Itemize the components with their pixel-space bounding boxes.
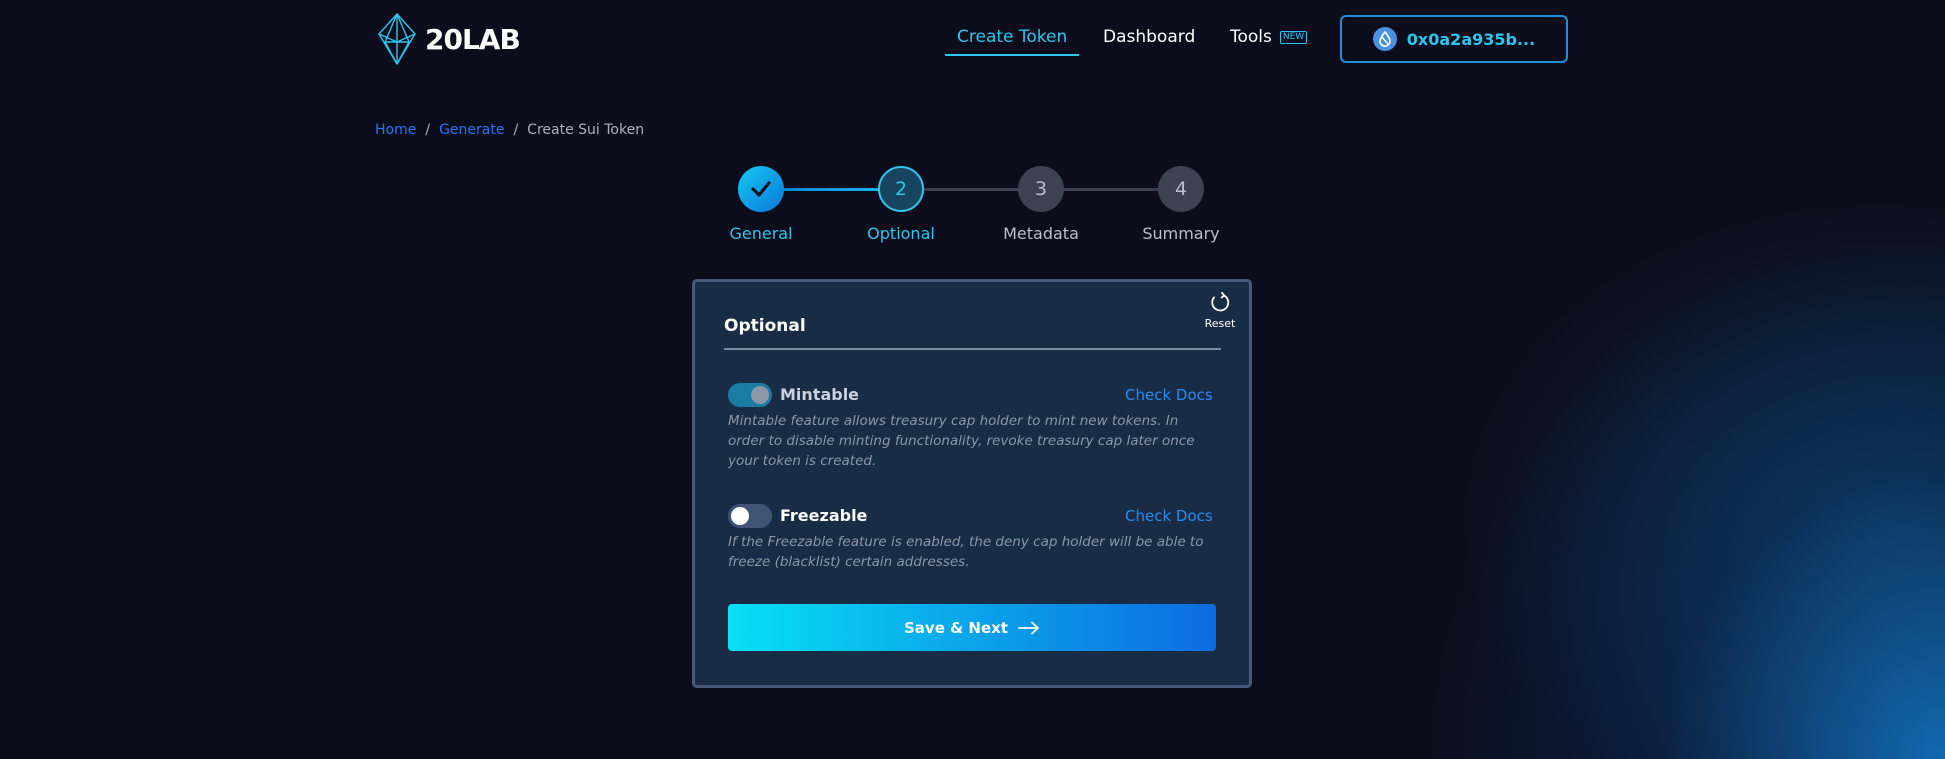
mintable-toggle[interactable] [728,383,772,407]
breadcrumb-separator: / [425,122,431,138]
card-divider [724,348,1221,350]
reset-icon [1211,291,1230,312]
breadcrumb-separator: / [513,122,519,138]
freezable-toggle[interactable] [728,504,772,528]
nav-tools-label: Tools [1230,27,1272,47]
nav-tools[interactable]: Tools NEW [1230,20,1308,54]
freezable-docs-link[interactable]: Check Docs [1125,507,1213,525]
logo[interactable]: 20LAB [375,12,521,66]
step-metadata-label: Metadata [1003,224,1079,243]
checkmark-icon [751,181,771,197]
toggle-knob [751,386,769,404]
arrow-right-icon [1018,621,1039,634]
breadcrumb-current: Create Sui Token [527,122,645,138]
breadcrumb: Home / Generate / Create Sui Token [375,122,644,138]
save-next-label: Save & Next [904,618,1008,637]
mintable-label: Mintable [780,385,860,404]
nav-create-token[interactable]: Create Token [944,20,1080,56]
wallet-address: 0x0a2a935b... [1406,29,1536,49]
mintable-description: Mintable feature allows treasury cap hol… [728,413,1195,469]
sui-drop-icon [1372,27,1397,51]
toggle-knob [731,507,749,525]
save-next-button[interactable]: Save & Next [728,604,1216,651]
breadcrumb-home[interactable]: Home [375,122,416,138]
reset-button[interactable]: Reset [1200,291,1240,330]
freezable-description: If the Freezable feature is enabled, the… [728,534,1204,570]
step-general-circle[interactable] [738,166,784,212]
breadcrumb-generate[interactable]: Generate [439,122,504,138]
step-summary-circle[interactable]: 4 [1158,166,1204,212]
diamond-logo-icon [378,13,416,65]
freezable-label: Freezable [780,506,868,525]
card-title: Optional [724,316,806,336]
logo-text: 20LAB [425,22,521,56]
step-optional-circle[interactable]: 2 [878,166,924,212]
nav-dashboard[interactable]: Dashboard [1103,20,1195,54]
wallet-button[interactable]: 0x0a2a935b... [1340,15,1568,63]
step-summary-label: Summary [1142,224,1220,243]
step-optional-label: Optional [867,224,935,243]
step-metadata-circle[interactable]: 3 [1018,166,1064,212]
step-general-label: General [729,224,793,243]
mintable-docs-link[interactable]: Check Docs [1125,386,1213,404]
reset-label: Reset [1204,317,1236,330]
new-badge: NEW [1279,31,1308,44]
